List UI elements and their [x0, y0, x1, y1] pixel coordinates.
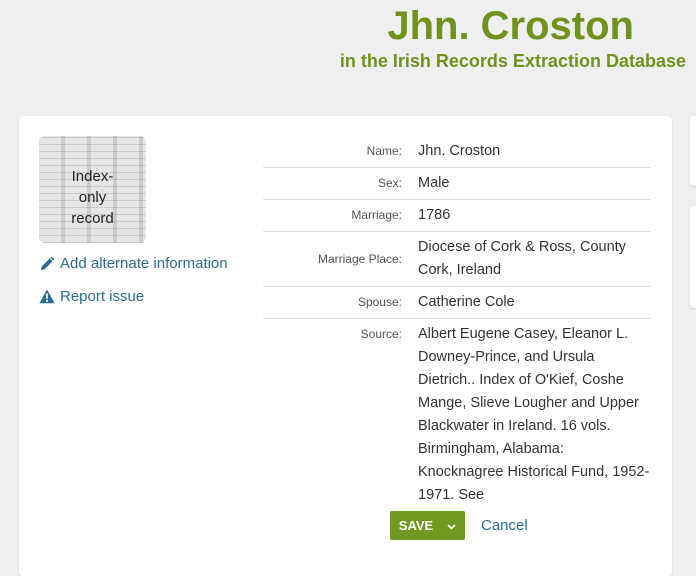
field-row-name: Name: Jhn. Croston [263, 136, 651, 168]
field-value: 1786 [418, 207, 451, 223]
field-value: Male [418, 175, 450, 191]
record-thumbnail[interactable]: Index-only record [39, 136, 146, 243]
page-header: Jhn. Croston in the Irish Records Extrac… [340, 0, 686, 72]
report-issue-label: Report issue [60, 288, 145, 305]
field-value: Diocese of Cork & Ross, County Cork, Ire… [418, 239, 626, 278]
field-label: Name: [366, 144, 402, 158]
field-row-marriage-place: Marriage Place: Diocese of Cork & Ross, … [263, 232, 651, 287]
save-button[interactable]: SAVE [390, 511, 465, 540]
save-button-label: SAVE [398, 518, 434, 533]
database-subtitle: in the Irish Records Extraction Database [339, 51, 686, 71]
side-panel-stub-top [690, 116, 696, 186]
field-row-spouse: Spouse: Catherine Cole [263, 287, 651, 319]
field-value: Albert Eugene Casey, Eleanor L. Downey-P… [418, 326, 650, 503]
thumbnail-label: Index-only record [39, 166, 146, 229]
side-panel-stub-bottom [690, 206, 696, 308]
record-card: Index-only record Add alternate informat… [19, 116, 672, 576]
field-label: Marriage Place: [317, 251, 402, 266]
add-alternate-info-link[interactable]: Add alternate information [39, 255, 228, 272]
field-label: Marriage: [351, 208, 402, 222]
record-actions: SAVE Cancel [390, 511, 528, 540]
field-label: Spouse: [357, 295, 402, 309]
report-issue-link[interactable]: Report issue [39, 288, 144, 305]
record-fields: Name: Jhn. Croston Sex: Male Marriage: 1… [263, 136, 651, 511]
add-alternate-info-label: Add alternate information [60, 255, 228, 272]
field-row-sex: Sex: Male [263, 168, 651, 200]
chevron-down-icon[interactable] [447, 518, 456, 533]
cancel-link[interactable]: Cancel [481, 517, 528, 534]
field-row-source: Source: Albert Eugene Casey, Eleanor L. … [263, 319, 651, 511]
warning-icon [39, 289, 55, 304]
record-name-title: Jhn. Croston [387, 4, 634, 48]
thumbnail-label-text: Index-only record [71, 168, 114, 227]
field-value: Catherine Cole [418, 294, 515, 310]
field-label: Sex: [377, 176, 402, 190]
field-row-marriage: Marriage: 1786 [263, 200, 651, 232]
pencil-icon [39, 256, 55, 272]
field-label: Source: [360, 327, 402, 341]
field-value: Jhn. Croston [418, 143, 501, 159]
